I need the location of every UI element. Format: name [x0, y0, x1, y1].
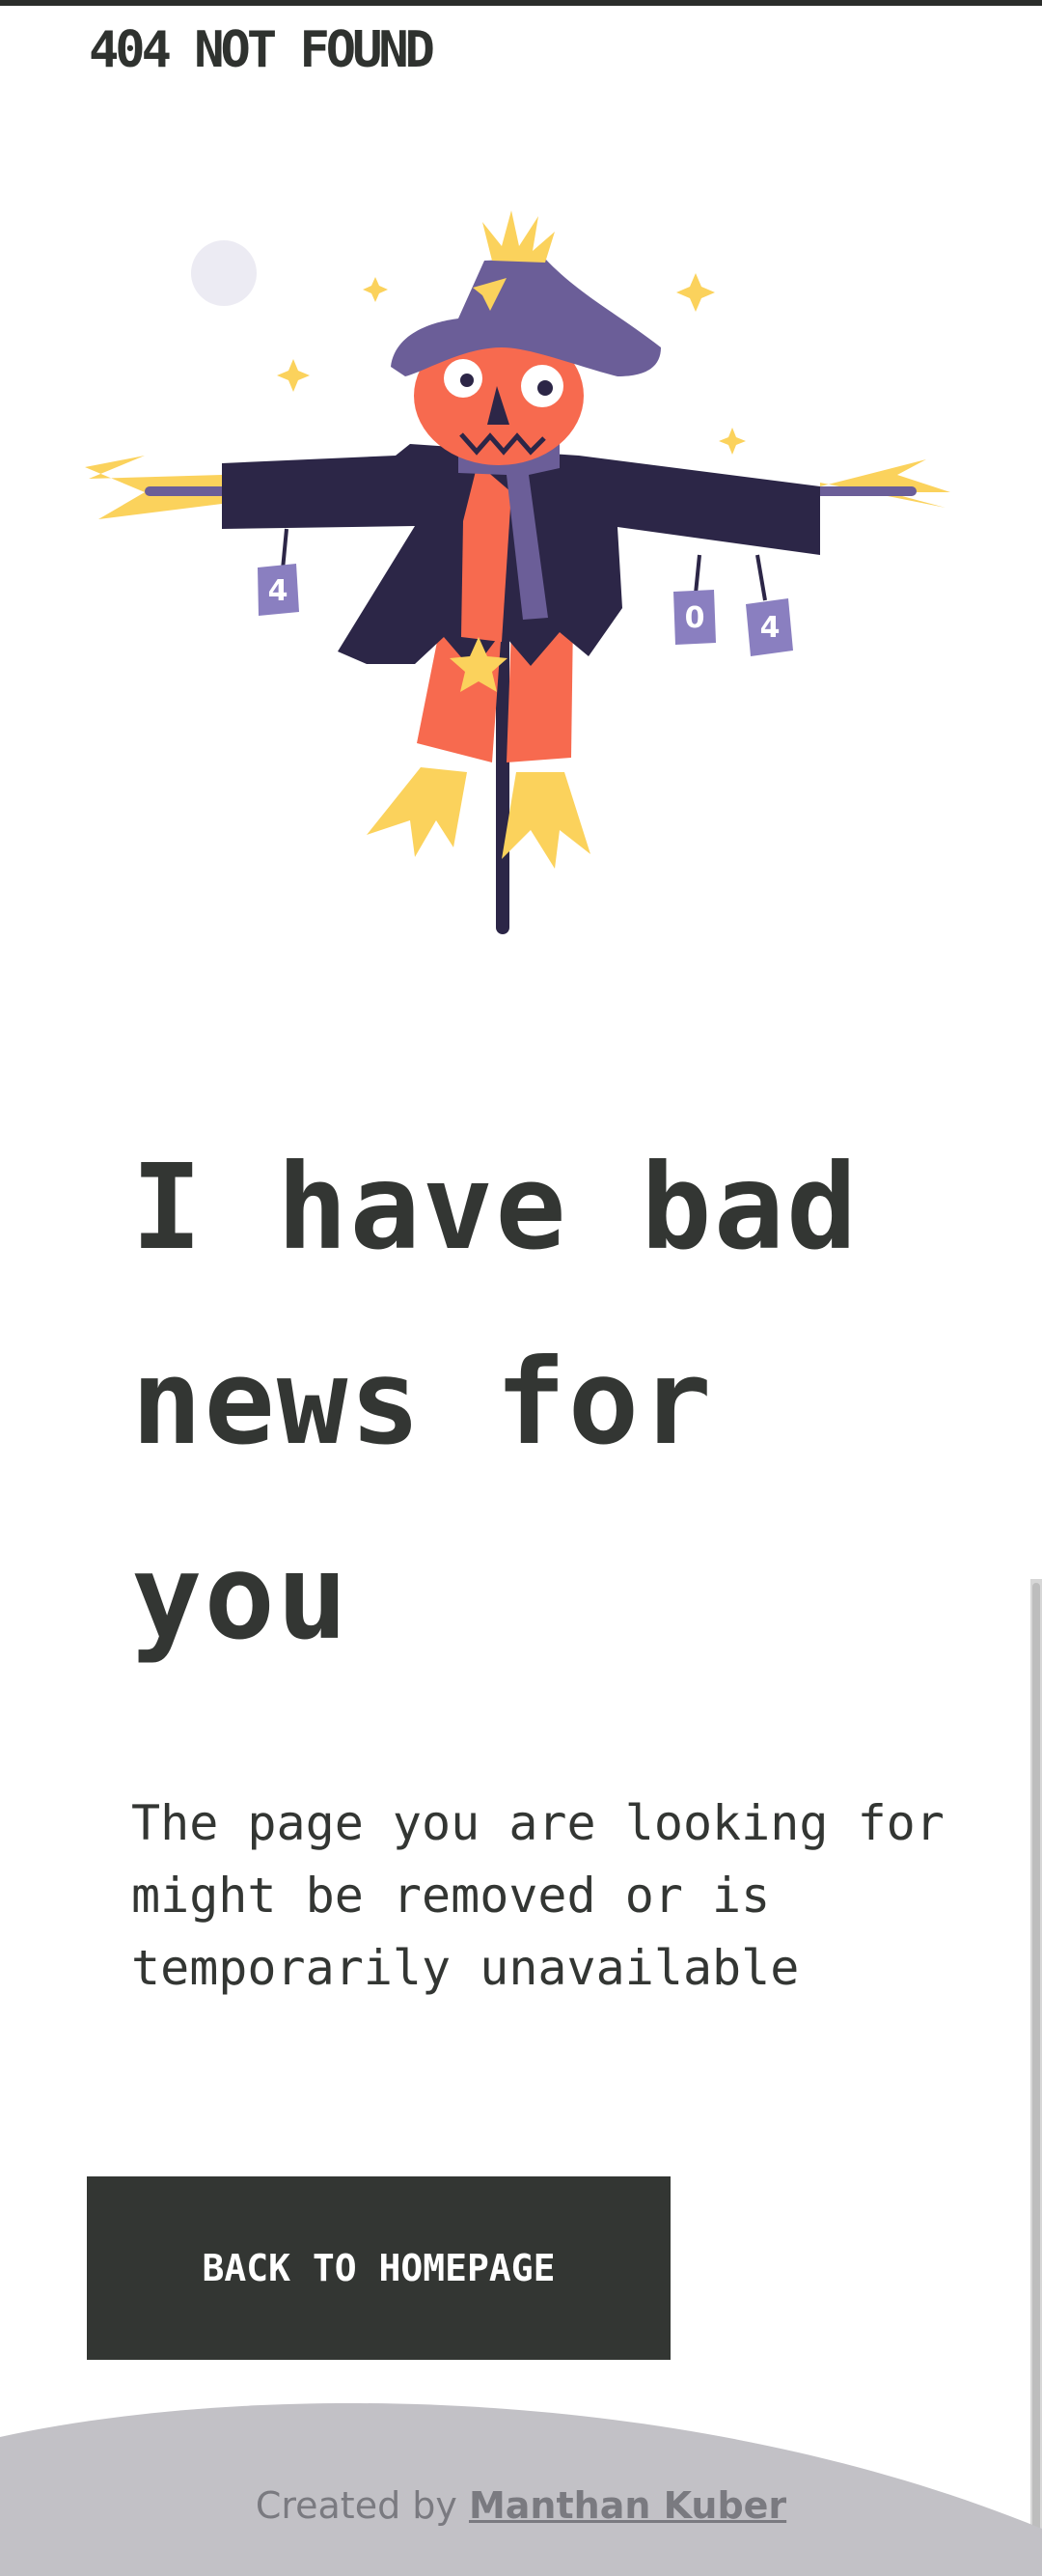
- error-message: The page you are looking for might be re…: [131, 1795, 945, 1996]
- author-link[interactable]: Manthan Kuber: [469, 2484, 786, 2527]
- footer-credit: Created by Manthan Kuber: [0, 2484, 1042, 2527]
- can-middle: 0: [673, 554, 716, 645]
- credit-prefix: Created by: [255, 2484, 469, 2527]
- scarecrow-illustration: 4 0 4: [85, 210, 950, 934]
- can-right: 4: [746, 554, 793, 656]
- can-left: 4: [258, 528, 299, 616]
- sparkle-icon: [676, 273, 715, 312]
- top-border: [0, 0, 1042, 6]
- back-to-homepage-button[interactable]: BACK TO HOMEPAGE: [87, 2176, 671, 2360]
- sparkle-icon: [719, 428, 746, 455]
- can-label: 4: [268, 574, 288, 608]
- page-heading: I have bad news for you: [131, 1139, 860, 1666]
- moon-icon: [191, 240, 257, 306]
- sparkle-icon: [277, 359, 310, 392]
- brand-title: 404 NOT FOUND: [89, 21, 435, 79]
- can-label: 4: [760, 611, 781, 645]
- can-label: 0: [685, 601, 705, 635]
- sparkle-icon: [363, 277, 388, 302]
